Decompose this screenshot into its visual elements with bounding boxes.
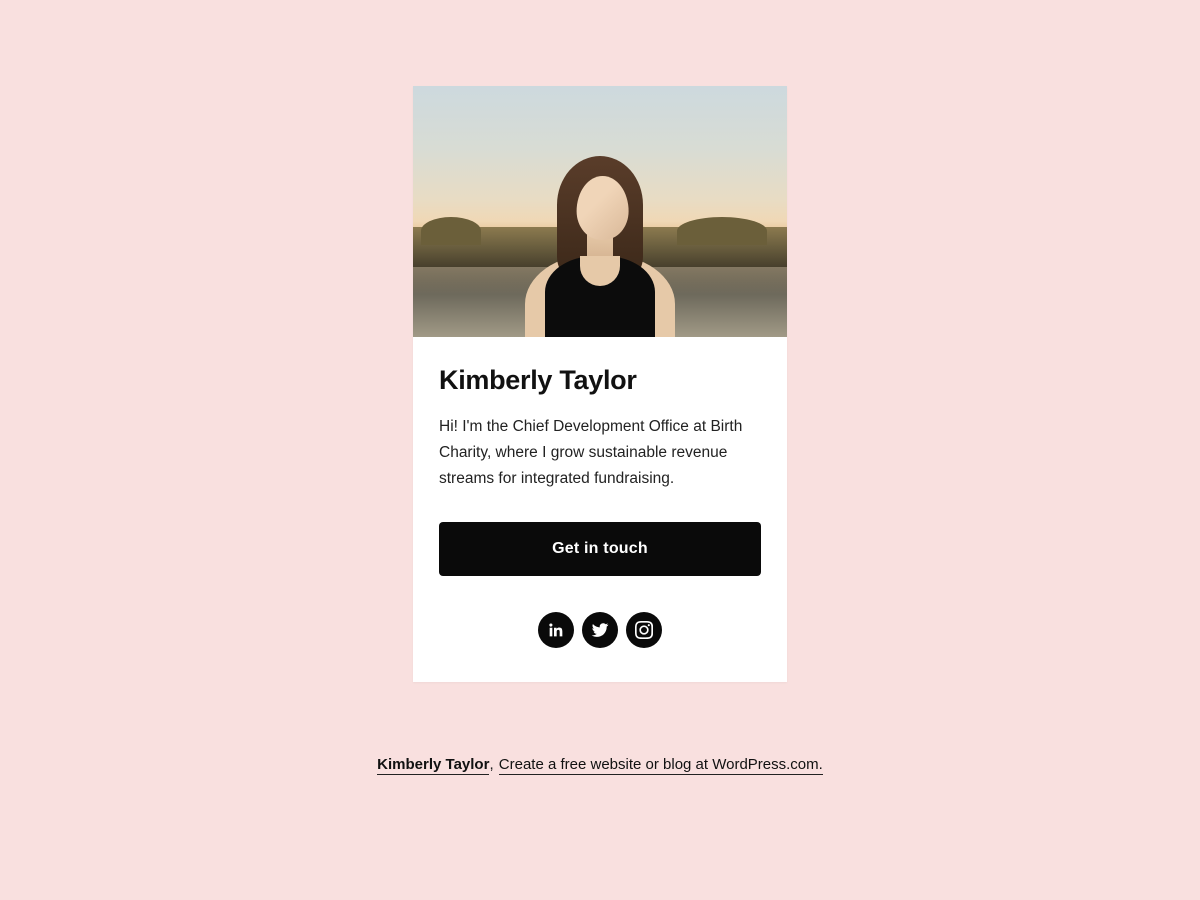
linkedin-icon[interactable] xyxy=(538,612,574,648)
footer-separator: , xyxy=(489,756,493,773)
twitter-icon[interactable] xyxy=(582,612,618,648)
instagram-icon[interactable] xyxy=(626,612,662,648)
footer-wordpress-link[interactable]: Create a free website or blog at WordPre… xyxy=(499,756,823,775)
profile-bio: Hi! I'm the Chief Development Office at … xyxy=(439,414,761,492)
card-body: Kimberly Taylor Hi! I'm the Chief Develo… xyxy=(413,337,787,682)
profile-photo xyxy=(413,86,787,337)
profile-card: Kimberly Taylor Hi! I'm the Chief Develo… xyxy=(413,86,787,682)
get-in-touch-button[interactable]: Get in touch xyxy=(439,522,761,576)
profile-name: Kimberly Taylor xyxy=(439,365,761,396)
footer: Kimberly Taylor, Create a free website o… xyxy=(377,756,823,773)
social-links xyxy=(439,612,761,648)
footer-site-link[interactable]: Kimberly Taylor xyxy=(377,756,489,775)
